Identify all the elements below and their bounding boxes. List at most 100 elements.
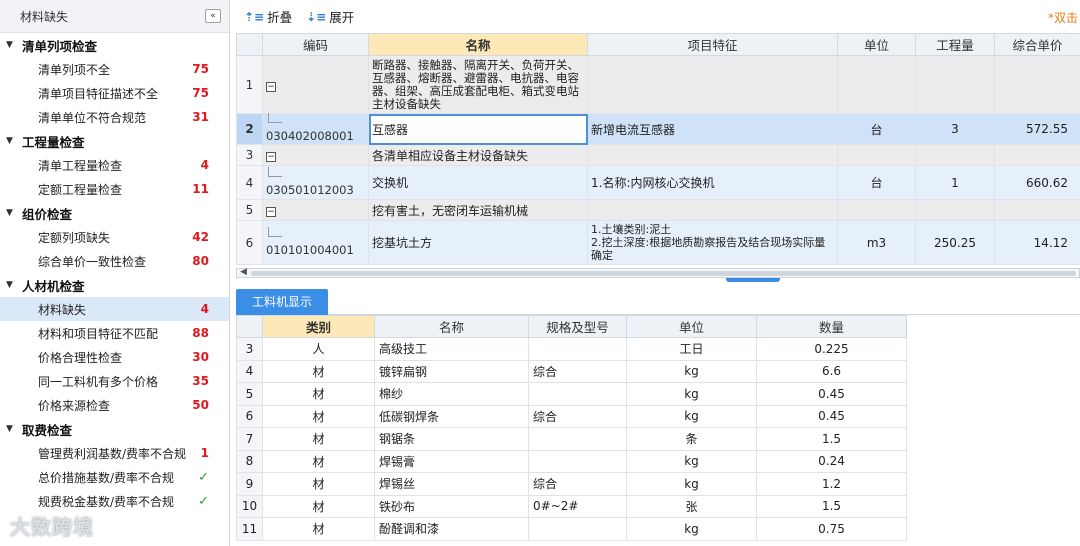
feature-cell[interactable]	[587, 144, 838, 166]
name-cell[interactable]: 挖有害土，无密闭车运输机械	[368, 199, 588, 221]
code-cell[interactable]: −	[262, 199, 369, 221]
name-cell[interactable]: 互感器	[368, 113, 588, 145]
group-rencaiji[interactable]: ▼ 人材机检查	[0, 273, 229, 297]
type-cell[interactable]: 材	[262, 427, 375, 451]
feature-cell[interactable]: 新增电流互感器	[587, 113, 838, 145]
name-cell[interactable]: 挖基坑土方	[368, 220, 588, 265]
qty-cell[interactable]	[915, 144, 995, 166]
name-cell[interactable]: 高级技工	[374, 337, 529, 361]
spec-cell[interactable]: 综合	[528, 359, 627, 383]
table-row[interactable]: 7 材钢锯条 条 1.5	[236, 427, 907, 451]
spec-cell[interactable]	[528, 517, 627, 541]
name-cell[interactable]: 交换机	[368, 165, 588, 200]
scrollbar-thumb[interactable]	[251, 271, 1076, 276]
table-row[interactable]: 10 材铁砂布 0#~2# 张 1.5	[236, 494, 907, 518]
qty-cell[interactable]: 0.225	[756, 337, 907, 361]
type-cell[interactable]: 材	[262, 382, 375, 406]
name-cell[interactable]: 铁砂布	[374, 494, 529, 518]
qty-cell[interactable]: 3	[915, 113, 995, 145]
code-cell[interactable]: −	[262, 55, 369, 114]
column-header[interactable]: 名称	[374, 315, 529, 338]
price-cell[interactable]	[994, 144, 1080, 166]
spec-cell[interactable]	[528, 427, 627, 451]
type-cell[interactable]: 材	[262, 359, 375, 383]
qty-cell[interactable]: 0.75	[756, 517, 907, 541]
spec-cell[interactable]	[528, 449, 627, 473]
name-cell[interactable]: 断路器、接触器、隔离开关、负荷开关、互感器、熔断器、避雷器、电抗器、电容器、组架…	[368, 55, 588, 114]
spec-cell[interactable]: 综合	[528, 472, 627, 496]
qty-cell[interactable]: 250.25	[915, 220, 995, 265]
table-row[interactable]: 5 − 挖有害土，无密闭车运输机械	[236, 199, 1080, 221]
table-row[interactable]: 9 材焊锡丝 综合 kg 1.2	[236, 472, 907, 496]
table-row[interactable]: 6 材低碳钢焊条 综合 kg 0.45	[236, 404, 907, 428]
unit-cell[interactable]: 台	[837, 165, 916, 200]
table-row[interactable]: 11 材酚醛调和漆 kg 0.75	[236, 517, 907, 541]
price-cell[interactable]: 14.12	[994, 220, 1080, 265]
collapse-node-icon[interactable]: −	[266, 152, 276, 162]
sidebar-item[interactable]: 定额工程量检查 11	[0, 177, 229, 201]
sidebar-item[interactable]: 清单单位不符合规范 31	[0, 105, 229, 129]
qty-cell[interactable]: 6.6	[756, 359, 907, 383]
sidebar-item[interactable]: 规费税金基数/费率不合规 ✓	[0, 489, 229, 513]
sidebar-item[interactable]: 同一工料机有多个价格 35	[0, 369, 229, 393]
name-cell[interactable]: 钢锯条	[374, 427, 529, 451]
expand-button[interactable]: ⇣≡ 展开	[306, 7, 354, 26]
column-header[interactable]: 单位	[626, 315, 757, 338]
column-header[interactable]: 规格及型号	[528, 315, 627, 338]
sidebar-item[interactable]: 管理费利润基数/费率不合规 1	[0, 441, 229, 465]
qty-cell[interactable]: 0.24	[756, 449, 907, 473]
type-cell[interactable]: 材	[262, 449, 375, 473]
unit-cell[interactable]: kg	[626, 404, 757, 428]
sidebar-item[interactable]: 清单工程量检查 4	[0, 153, 229, 177]
column-header[interactable]: 名称	[368, 33, 588, 56]
unit-cell[interactable]: kg	[626, 517, 757, 541]
name-cell[interactable]: 焊锡膏	[374, 449, 529, 473]
name-cell[interactable]: 酚醛调和漆	[374, 517, 529, 541]
unit-cell[interactable]: 张	[626, 494, 757, 518]
code-cell[interactable]: 030501012003	[262, 165, 369, 200]
table-row[interactable]: 1 − 断路器、接触器、隔离开关、负荷开关、互感器、熔断器、避雷器、电抗器、电容…	[236, 55, 1080, 114]
sidebar-item[interactable]: 价格来源检查 50	[0, 393, 229, 417]
horizontal-scrollbar[interactable]: ◀	[236, 267, 1080, 278]
spec-cell[interactable]: 综合	[528, 404, 627, 428]
sidebar-item[interactable]: 清单列项不全 75	[0, 57, 229, 81]
name-cell[interactable]: 焊锡丝	[374, 472, 529, 496]
sidebar-item[interactable]: 清单项目特征描述不全 75	[0, 81, 229, 105]
price-cell[interactable]: 660.62	[994, 165, 1080, 200]
collapse-button[interactable]: ⇡≡ 折叠	[244, 7, 292, 26]
unit-cell[interactable]: 台	[837, 113, 916, 145]
unit-cell[interactable]	[837, 55, 916, 114]
tab-labor-material-machine[interactable]: 工料机显示	[236, 289, 329, 315]
price-cell[interactable]: 572.55	[994, 113, 1080, 145]
name-cell[interactable]: 低碳钢焊条	[374, 404, 529, 428]
type-cell[interactable]: 材	[262, 472, 375, 496]
qty-cell[interactable]: 1	[915, 165, 995, 200]
column-header[interactable]: 综合单价	[994, 33, 1080, 56]
unit-cell[interactable]: kg	[626, 472, 757, 496]
feature-cell[interactable]	[587, 55, 838, 114]
qty-cell[interactable]: 0.45	[756, 404, 907, 428]
unit-cell[interactable]: 工日	[626, 337, 757, 361]
feature-cell[interactable]: 1.土壤类别:泥土 2.挖土深度:根据地质勘察报告及结合现场实际量确定	[587, 220, 838, 265]
unit-cell[interactable]: 条	[626, 427, 757, 451]
sidebar-item-selected[interactable]: 材料缺失 4	[0, 297, 229, 321]
qty-cell[interactable]: 1.5	[756, 494, 907, 518]
group-qufei[interactable]: ▼ 取费检查	[0, 417, 229, 441]
scroll-left-icon[interactable]: ◀	[240, 267, 247, 277]
table-row[interactable]: 6 010101004001 挖基坑土方 1.土壤类别:泥土 2.挖土深度:根据…	[236, 220, 1080, 265]
collapse-sidebar-icon[interactable]: «	[205, 9, 221, 23]
splitter-handle[interactable]	[726, 278, 780, 282]
type-cell[interactable]: 人	[262, 337, 375, 361]
unit-cell[interactable]	[837, 144, 916, 166]
code-cell[interactable]: 010101004001	[262, 220, 369, 265]
table-row[interactable]: 4 030501012003 交换机 1.名称:内网核心交换机 台 1 660.…	[236, 165, 1080, 200]
spec-cell[interactable]	[528, 382, 627, 406]
sidebar-item[interactable]: 综合单价一致性检查 80	[0, 249, 229, 273]
qty-cell[interactable]	[915, 55, 995, 114]
collapse-node-icon[interactable]: −	[266, 207, 276, 217]
price-cell[interactable]	[994, 55, 1080, 114]
qty-cell[interactable]	[915, 199, 995, 221]
group-gongchengliang[interactable]: ▼ 工程量检查	[0, 129, 229, 153]
spec-cell[interactable]	[528, 337, 627, 361]
unit-cell[interactable]: kg	[626, 449, 757, 473]
